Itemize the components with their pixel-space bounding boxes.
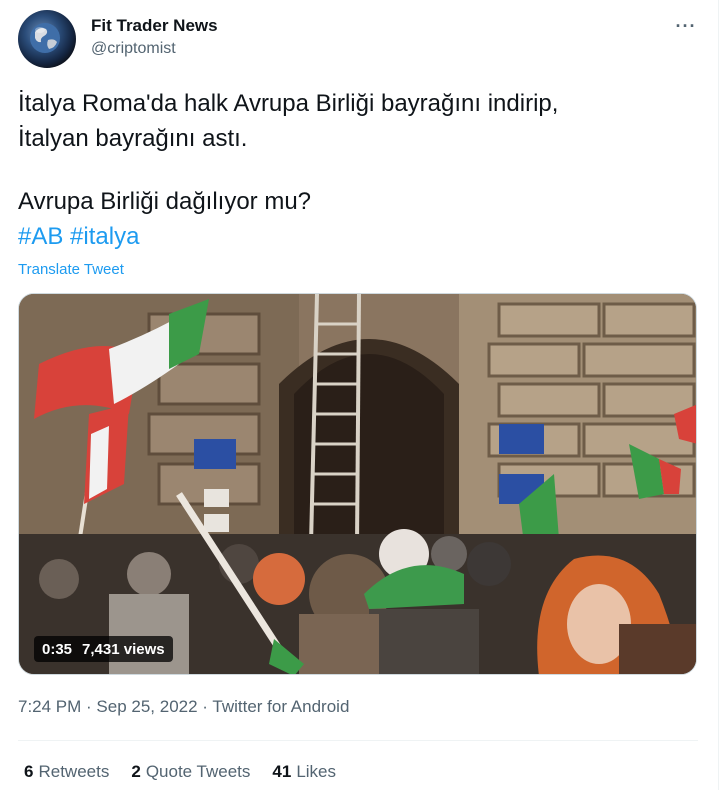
user-handle[interactable]: @criptomist [91, 40, 176, 58]
divider [18, 740, 698, 741]
hashtag-ab[interactable]: #AB [18, 223, 63, 250]
tweet-stats: 6 Retweets 2 Quote Tweets 41 Likes [24, 762, 336, 782]
tweet-meta: 7:24 PM · Sep 25, 2022 · Twitter for And… [18, 697, 349, 717]
tweet-time[interactable]: 7:24 PM [18, 697, 81, 716]
tweet-date[interactable]: Sep 25, 2022 [96, 697, 197, 716]
meta-separator: · [197, 697, 213, 716]
more-dots-icon[interactable]: ··· [672, 14, 700, 38]
video-views: 7,431 views [82, 640, 165, 658]
meta-separator: · [81, 697, 97, 716]
hashtag-italya[interactable]: #italya [70, 223, 139, 250]
globe-icon [30, 23, 60, 53]
video-player[interactable]: 0:35 7,431 views [18, 293, 697, 675]
retweets-stat[interactable]: 6 Retweets [24, 762, 109, 782]
tweet-line-3: Avrupa Birliği dağılıyor mu? [18, 188, 312, 215]
tweet-text: İtalya Roma'da halk Avrupa Birliği bayra… [18, 86, 698, 254]
display-name[interactable]: Fit Trader News [91, 16, 218, 36]
tweet-spacer [18, 156, 698, 184]
avatar[interactable] [18, 10, 76, 68]
likes-label: Likes [296, 762, 337, 781]
hashtag-line: #AB #italya [18, 219, 698, 254]
tweet-line-2: İtalyan bayrağını astı. [18, 125, 248, 152]
likes-stat[interactable]: 41 Likes [272, 762, 336, 782]
video-frame [19, 294, 696, 674]
translate-tweet-link[interactable]: Translate Tweet [18, 261, 124, 278]
video-info-badge: 0:35 7,431 views [34, 636, 173, 662]
quotes-count: 2 [131, 762, 141, 781]
retweets-count: 6 [24, 762, 34, 781]
tweet-header: Fit Trader News @criptomist ··· [18, 10, 700, 68]
quote-tweets-stat[interactable]: 2 Quote Tweets [131, 762, 250, 782]
video-duration: 0:35 [42, 640, 73, 658]
quotes-label: Quote Tweets [145, 762, 251, 781]
tweet-line-1: İtalya Roma'da halk Avrupa Birliği bayra… [18, 90, 559, 117]
likes-count: 41 [272, 762, 292, 781]
tweet-source[interactable]: Twitter for Android [212, 697, 349, 716]
retweets-label: Retweets [38, 762, 110, 781]
